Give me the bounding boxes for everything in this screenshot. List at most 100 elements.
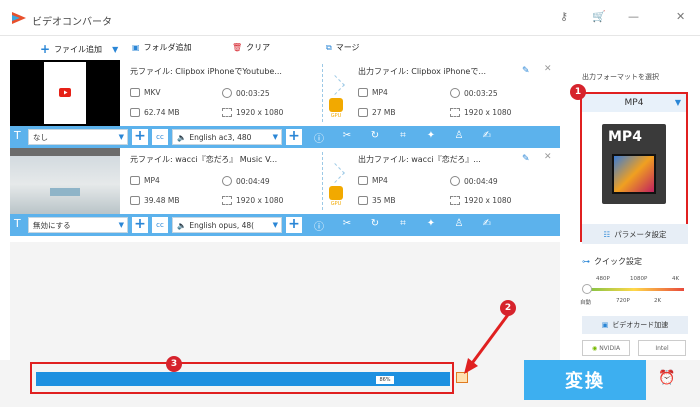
- minimize-icon[interactable]: —: [628, 10, 639, 23]
- file-size-icon: [358, 196, 368, 205]
- edit-name-icon[interactable]: ✎: [522, 154, 530, 164]
- remove-item-icon[interactable]: ✕: [544, 152, 552, 162]
- dropdown-arrow-icon: ▼: [118, 133, 124, 141]
- edit-name-icon[interactable]: ✎: [522, 66, 530, 76]
- audio-select[interactable]: 🔈 English opus, 48(▼: [172, 217, 282, 233]
- clock-icon: [450, 88, 460, 98]
- output-duration: 00:03:25: [450, 88, 498, 98]
- file-size-icon: [358, 108, 368, 117]
- source-resolution-value: 1920 x 1080: [236, 108, 284, 117]
- output-size: 27 MB: [358, 108, 396, 117]
- output-size: 35 MB: [358, 196, 396, 205]
- effects-icon[interactable]: ✦: [424, 218, 438, 229]
- quick-settings-label: クイック設定: [594, 257, 642, 266]
- resolution-icon: [450, 108, 460, 117]
- item-toolbar: T 無効にする ▼ + cc 🔈 English opus, 48(▼ + ⓘ ✂ …: [10, 214, 560, 236]
- merge-label: マージ: [335, 43, 360, 52]
- annotation-arrow-icon: [464, 311, 512, 374]
- intel-badge: Intel: [638, 340, 686, 356]
- file-size-icon: [130, 108, 140, 117]
- format-selector[interactable]: MP4 ▼ MP4: [580, 92, 688, 242]
- video-thumbnail[interactable]: [10, 148, 120, 214]
- effects-icon[interactable]: ✦: [424, 130, 438, 141]
- rotate-icon[interactable]: ↻: [368, 130, 382, 141]
- gpu-label: GPU: [330, 201, 342, 207]
- toolbar: + ファイル追加 ▼ ▣ フォルダ追加 🗑 クリア ⧉ マージ: [0, 36, 568, 60]
- plus-icon: +: [40, 42, 51, 56]
- clear-button[interactable]: 🗑 クリア: [232, 42, 270, 53]
- close-window-icon[interactable]: ✕: [676, 10, 685, 23]
- dropdown-arrow-icon[interactable]: ▼: [112, 45, 118, 54]
- video-format-icon: [358, 88, 368, 97]
- watermark-icon[interactable]: ♙: [452, 130, 466, 141]
- subtitle-select[interactable]: 無効にする ▼: [28, 217, 128, 233]
- add-file-button[interactable]: + ファイル追加 ▼: [40, 42, 118, 56]
- parameter-settings-button[interactable]: ☷ パラメータ設定: [582, 224, 688, 244]
- video-thumbnail[interactable]: [10, 60, 120, 126]
- nvidia-logo-icon: ◉: [591, 344, 598, 352]
- step-badge-1: 1: [570, 84, 586, 100]
- source-size: 62.74 MB: [130, 108, 179, 117]
- quality-slider[interactable]: [584, 288, 684, 291]
- quality-slider-handle[interactable]: [582, 284, 592, 294]
- watermark-icon[interactable]: ♙: [452, 218, 466, 229]
- output-size-value: 35 MB: [372, 196, 396, 205]
- subtitle-edit-icon[interactable]: ✍: [480, 218, 494, 229]
- source-info: 元ファイル: Clipbox iPhoneでYoutube... MKV 00:…: [130, 60, 320, 126]
- rotate-icon[interactable]: ↻: [368, 218, 382, 229]
- subtitle-select[interactable]: なし ▼: [28, 129, 128, 145]
- audio-value: English ac3, 480: [189, 132, 252, 142]
- output-resolution: 1920 x 1080: [450, 108, 511, 117]
- add-subtitle-button[interactable]: +: [132, 129, 148, 145]
- add-folder-button[interactable]: ▣ フォルダ追加: [132, 42, 192, 53]
- info-icon[interactable]: ⓘ: [312, 130, 326, 145]
- output-resolution: 1920 x 1080: [450, 196, 511, 205]
- source-file-name: 元ファイル: Clipbox iPhoneでYoutube...: [130, 67, 282, 76]
- cut-icon[interactable]: ✂: [340, 130, 354, 141]
- info-icon[interactable]: ⓘ: [312, 218, 326, 233]
- clock-icon: [450, 176, 460, 186]
- crop-icon[interactable]: ⌗: [396, 130, 410, 141]
- app-title: ビデオコンバータ: [32, 17, 112, 28]
- quick-settings: ⊶ クイック設定: [582, 256, 642, 267]
- key-icon[interactable]: ⚷: [560, 10, 568, 23]
- remove-item-icon[interactable]: ✕: [544, 64, 552, 74]
- convert-button[interactable]: 変換: [524, 360, 646, 400]
- quality-1080p: 1080P: [630, 276, 648, 282]
- source-format: MKV: [130, 88, 161, 97]
- cart-icon[interactable]: 🛒: [592, 10, 606, 23]
- video-format-icon: [130, 88, 140, 97]
- mp4-format-icon[interactable]: MP4: [602, 124, 666, 204]
- cc-icon[interactable]: cc: [152, 129, 168, 145]
- output-duration-value: 00:03:25: [464, 88, 498, 98]
- add-audio-button[interactable]: +: [286, 129, 302, 145]
- app-logo-icon: [12, 12, 26, 24]
- mp4-icon-label: MP4: [608, 129, 642, 145]
- alarm-clock-icon[interactable]: ⏰: [658, 370, 675, 386]
- output-format-value: MP4: [372, 176, 388, 185]
- format-dropdown[interactable]: MP4 ▼: [582, 94, 686, 112]
- source-duration: 00:03:25: [222, 88, 270, 98]
- crop-icon[interactable]: ⌗: [396, 218, 410, 229]
- audio-select[interactable]: 🔈 English ac3, 480 ▼: [172, 129, 282, 145]
- add-subtitle-button[interactable]: +: [132, 217, 148, 233]
- cc-icon[interactable]: cc: [152, 217, 168, 233]
- add-audio-button[interactable]: +: [286, 217, 302, 233]
- gpu-icon: [329, 98, 343, 112]
- divider: [322, 64, 323, 122]
- quality-auto: 自動: [580, 300, 592, 306]
- intel-label: Intel: [655, 344, 669, 352]
- source-resolution: 1920 x 1080: [222, 196, 283, 205]
- file-item: 元ファイル: wacci『恋だろ』 Music V... MP4 00:04:4…: [10, 148, 560, 214]
- gpu-acceleration-button[interactable]: ▣ ビデオカード加速: [582, 316, 688, 334]
- subtitle-icon: T: [14, 129, 21, 142]
- subtitle-value: なし: [33, 132, 48, 142]
- merge-icon: ⧉: [326, 42, 332, 52]
- format-value: MP4: [624, 98, 644, 108]
- output-file-name: 出力ファイル: wacci『恋だろ』...: [358, 155, 481, 164]
- output-resolution-value: 1920 x 1080: [464, 196, 512, 205]
- subtitle-edit-icon[interactable]: ✍: [480, 130, 494, 141]
- output-duration: 00:04:49: [450, 176, 498, 186]
- merge-button[interactable]: ⧉ マージ: [326, 42, 360, 53]
- cut-icon[interactable]: ✂: [340, 218, 354, 229]
